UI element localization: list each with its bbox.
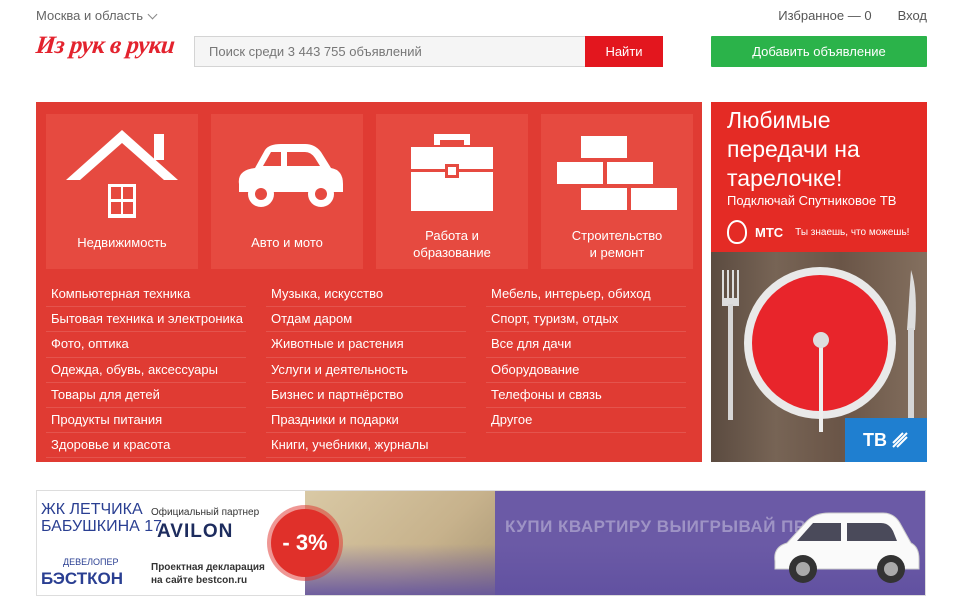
ad-brand: МТС (755, 224, 784, 240)
category-link[interactable]: Книги, учебники, журналы (266, 433, 466, 459)
bottom-banner[interactable]: ЖК ЛЕТЧИКА БАБУШКИНА 17 Официальный парт… (36, 490, 926, 596)
region-selector[interactable]: Москва и область (36, 8, 158, 23)
side-advertisement[interactable]: Любимые передачи на тарелочке! Подключай… (711, 102, 927, 462)
category-link[interactable]: Отдам даром (266, 307, 466, 333)
mts-egg-icon (727, 220, 747, 244)
category-panel: Недвижимость Авто и мото Работа и образо… (36, 102, 702, 462)
tv-badge-label: ТВ (863, 429, 887, 450)
banner-declaration: Проектная декларация на сайте bestcon.ru (151, 561, 265, 587)
tile-label: Работа и образование (413, 228, 491, 260)
ad-subline: Подключай Спутниковое ТВ (727, 193, 897, 208)
banner-developer-label: ДЕВЕЛОПЕР (63, 557, 119, 567)
tile-real-estate[interactable]: Недвижимость (46, 114, 198, 269)
avilon-logo: AVILON (157, 521, 234, 542)
discount-badge: - 3% (271, 509, 339, 577)
search-bar: Найти (194, 36, 663, 67)
car-icon (238, 144, 343, 207)
login-link[interactable]: Вход (898, 8, 927, 23)
category-link[interactable]: Продукты питания (46, 408, 246, 434)
tile-jobs[interactable]: Работа и образование (376, 114, 528, 269)
category-link[interactable]: Все для дачи (486, 332, 686, 358)
tile-label: Авто и мото (251, 235, 323, 250)
category-link[interactable]: Фото, оптика (46, 332, 246, 358)
category-column-3: Мебель, интерьер, обиход Спорт, туризм, … (486, 282, 686, 458)
tile-label: Недвижимость (77, 235, 167, 250)
ad-headline: Любимые передачи на тарелочке! (727, 107, 860, 191)
banner-jk-bottom: БАБУШКИНА 17 (41, 518, 163, 535)
house-icon (66, 130, 178, 218)
briefcase-icon (411, 134, 493, 211)
satellite-icon (892, 432, 908, 448)
tile-construction[interactable]: Строительство и ремонт (541, 114, 693, 269)
category-link[interactable]: Оборудование (486, 358, 686, 383)
category-link[interactable]: Музыка, искусство (266, 282, 466, 308)
add-listing-button[interactable]: Добавить объявление (711, 36, 927, 67)
banner-jk-top: ЖК ЛЕТЧИКА (41, 501, 143, 518)
category-link[interactable]: Товары для детей (46, 383, 246, 408)
category-link[interactable]: Здоровье и красота (46, 433, 246, 459)
top-links: Избранное — 0 Вход (778, 8, 927, 23)
banner-partner-label: Официальный партнер (151, 507, 260, 518)
site-logo[interactable]: Из рук в руки (35, 32, 176, 60)
search-input[interactable] (194, 36, 585, 67)
banner-declaration-line-1: Проектная декларация (151, 562, 265, 573)
category-link[interactable]: Бизнес и партнёрство (266, 383, 466, 408)
tile-label: Строительство и ремонт (571, 228, 663, 260)
bestcon-logo: БЭСТКОН (41, 569, 124, 588)
banner-declaration-line-2: на сайте bestcon.ru (151, 575, 248, 586)
chevron-down-icon (147, 9, 158, 19)
category-link[interactable]: Бытовая техника и электроника (46, 307, 246, 333)
region-label: Москва и область (36, 8, 144, 23)
category-columns: Компьютерная техника Бытовая техника и э… (46, 282, 686, 459)
category-link[interactable]: Мебель, интерьер, обиход (486, 282, 686, 308)
category-link[interactable]: Животные и растения (266, 332, 466, 358)
category-link[interactable]: Телефоны и связь (486, 383, 686, 408)
knife-icon (907, 270, 916, 420)
tile-auto[interactable]: Авто и мото (211, 114, 363, 269)
ad-brand-row: МТС Ты знаешь, что можешь! (727, 220, 909, 244)
satellite-dish-icon (813, 332, 829, 432)
search-button[interactable]: Найти (585, 36, 663, 67)
category-link[interactable]: Праздники и подарки (266, 408, 466, 434)
bricks-icon (557, 136, 677, 210)
tv-badge: ТВ (845, 418, 927, 462)
category-link[interactable]: Спорт, туризм, отдых (486, 307, 686, 333)
category-link[interactable]: Услуги и деятельность (266, 358, 466, 383)
category-column-2: Музыка, искусство Отдам даром Животные и… (266, 282, 466, 459)
category-tiles: Недвижимость Авто и мото Работа и образо… (46, 114, 693, 269)
banner-jk-title: ЖК ЛЕТЧИКА БАБУШКИНА 17 (41, 501, 162, 535)
suv-car-icon (774, 512, 920, 583)
ad-slogan: Ты знаешь, что можешь! (795, 226, 910, 238)
category-link[interactable]: Одежда, обувь, аксессуары (46, 358, 246, 383)
category-link[interactable]: Компьютерная техника (46, 282, 246, 308)
category-column-1: Компьютерная техника Бытовая техника и э… (46, 282, 246, 459)
category-link[interactable]: Другое (486, 408, 686, 434)
favorites-link[interactable]: Избранное — 0 (778, 8, 871, 23)
fork-icon (722, 270, 739, 420)
